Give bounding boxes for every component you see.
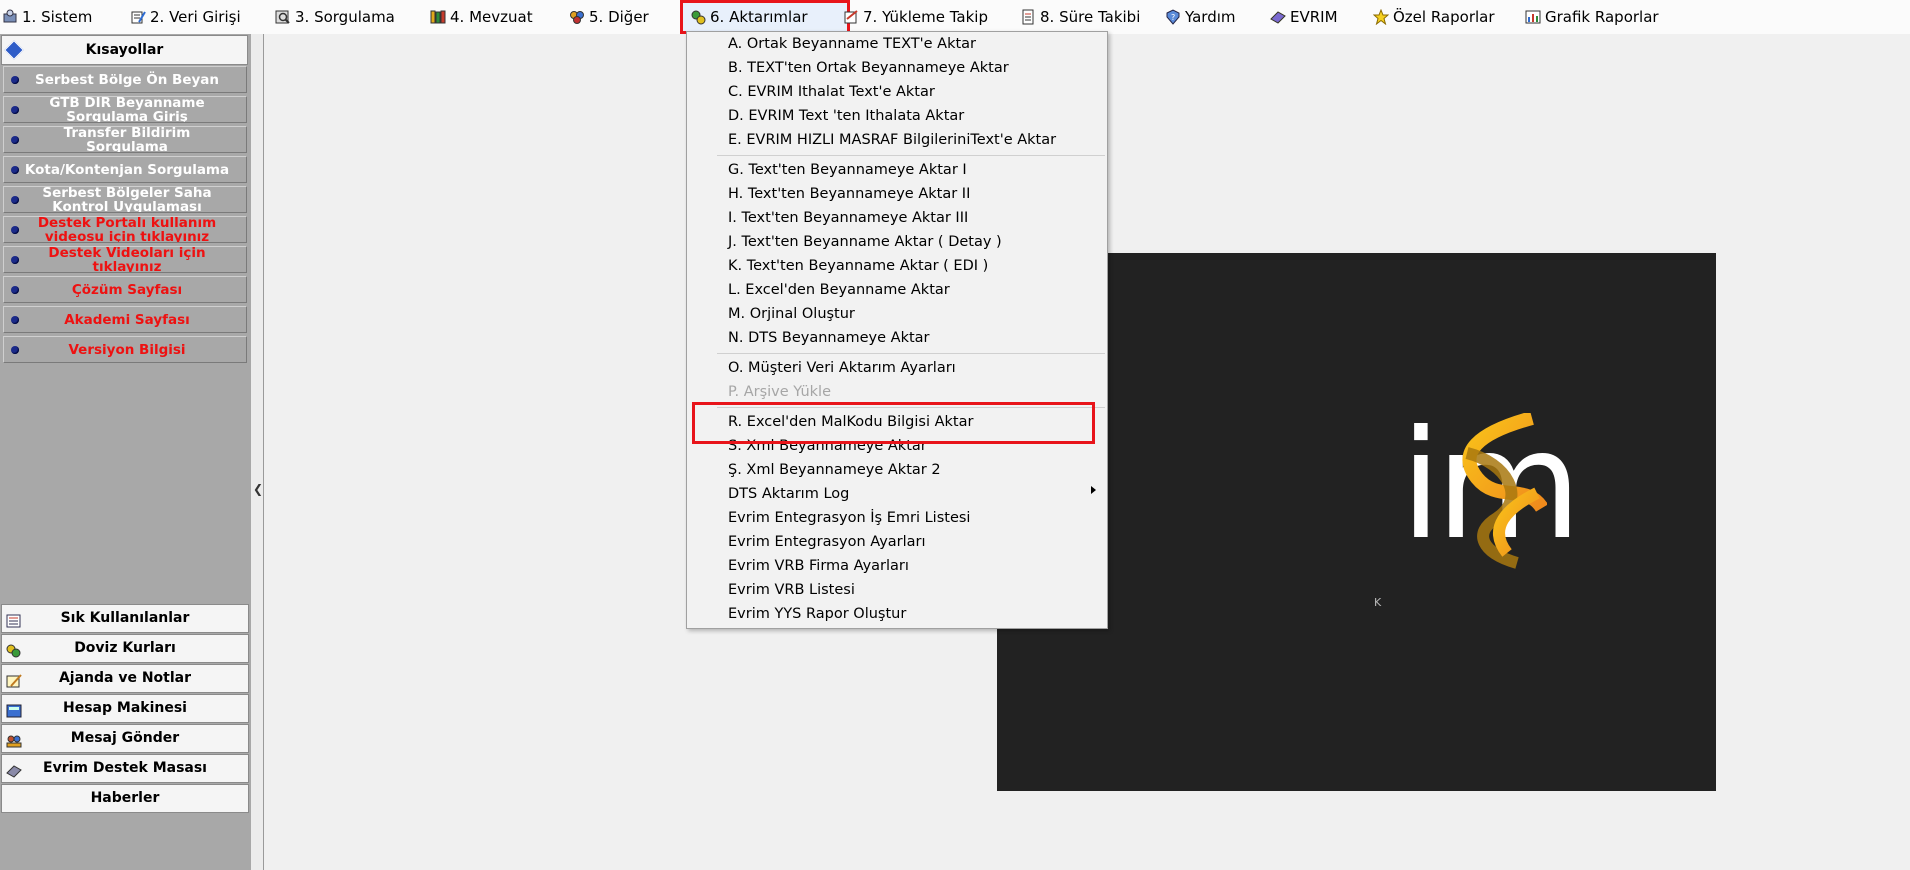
- shortcut-cozum-sayfasi[interactable]: Çözüm Sayfası: [3, 276, 247, 303]
- help-icon: ?: [1165, 3, 1181, 25]
- bottom-mesaj-gonder[interactable]: Mesaj Gönder: [1, 724, 249, 753]
- bullet-icon: [11, 136, 19, 144]
- dropdown-item[interactable]: Evrim VRB Firma Ayarları: [728, 554, 909, 578]
- star-icon: [1372, 3, 1390, 26]
- dropdown-item[interactable]: Evrim Entegrasyon Ayarları: [728, 530, 926, 554]
- shortcut-akademi-sayfasi[interactable]: Akademi Sayfası: [3, 306, 247, 333]
- aktarimlar-dropdown-menu: A. Ortak Beyanname TEXT'e Aktar B. TEXT'…: [686, 31, 1108, 629]
- bullet-icon: [11, 226, 19, 234]
- bottom-doviz-kurlari[interactable]: Doviz Kurları: [1, 634, 249, 663]
- transfer-icon: [690, 6, 706, 25]
- bullet-icon: [11, 76, 19, 84]
- dropdown-item[interactable]: Evrim YYS Rapor Oluştur: [728, 602, 906, 626]
- shortcuts-panel: Kısayollar Serbest Bölge Ön Beyan GTB DI…: [0, 34, 252, 870]
- menu-aktarimlar[interactable]: 6. Aktarımlar: [680, 0, 850, 34]
- menu-diger[interactable]: 5. Diğer: [569, 0, 649, 34]
- shortcut-versiyon-bilgisi[interactable]: Versiyon Bilgisi: [3, 336, 247, 363]
- menu-grafik-raporlar[interactable]: Grafik Raporlar: [1525, 0, 1659, 34]
- shortcut-destek-videolari[interactable]: Destek Videoları için tıklayınız: [3, 246, 247, 273]
- dropdown-item[interactable]: G. Text'ten Beyannameye Aktar I: [728, 158, 967, 182]
- dropdown-item-disabled: P. Arşive Yükle: [728, 384, 832, 400]
- system-icon: [2, 3, 18, 23]
- dropdown-item[interactable]: O. Müşteri Veri Aktarım Ayarları: [728, 356, 956, 380]
- calculator-icon: [6, 701, 22, 718]
- evrim-icon: [1270, 3, 1286, 24]
- shortcut-serbest-bolge-on-beyan[interactable]: Serbest Bölge Ön Beyan: [3, 66, 247, 93]
- menu-separator: [717, 155, 1105, 156]
- bullet-icon: [11, 316, 19, 324]
- message-icon: [6, 731, 22, 748]
- menu-sure-takibi[interactable]: 8. Süre Takibi: [1020, 0, 1140, 34]
- dropdown-item[interactable]: D. EVRIM Text 'ten Ithalata Aktar: [728, 104, 964, 128]
- bottom-haberler[interactable]: Haberler: [1, 784, 249, 813]
- svg-text:?: ?: [1171, 13, 1175, 22]
- bullet-icon: [11, 166, 19, 174]
- dropdown-item[interactable]: Evrim Entegrasyon İş Emri Listesi: [728, 506, 970, 530]
- bullet-icon: [11, 196, 19, 204]
- shortcut-kota-kontenjan[interactable]: Kota/Kontenjan Sorgulama: [3, 156, 247, 183]
- shortcut-transfer-bildirim[interactable]: Transfer Bildirim Sorgulama: [3, 126, 247, 153]
- menu-bar: 1. Sistem 2. Veri Girişi 3. Sorgulama 4.…: [0, 0, 1910, 35]
- menu-evrim[interactable]: EVRIM: [1270, 0, 1338, 34]
- logo-helix-icon: [1462, 413, 1547, 569]
- currency-icon: [6, 641, 22, 658]
- bullet-icon: [11, 346, 19, 354]
- dropdown-item[interactable]: M. Orjinal Oluştur: [728, 302, 855, 326]
- bullet-icon: [11, 286, 19, 294]
- bottom-evrim-destek-masasi[interactable]: Evrim Destek Masası: [1, 754, 249, 783]
- data-entry-icon: [130, 3, 146, 24]
- shortcut-gtb-dir-sorgulama[interactable]: GTB DIR Beyanname Sorgulama Giriş: [3, 96, 247, 123]
- books-icon: [430, 3, 446, 24]
- submenu-arrow-icon: [1091, 486, 1096, 494]
- bullet-icon: [11, 106, 19, 114]
- diamond-icon: [4, 40, 24, 60]
- bottom-sik-kullanilanlar[interactable]: Sık Kullanılanlar: [1, 604, 249, 633]
- menu-ozel-raporlar[interactable]: Özel Raporlar: [1372, 0, 1495, 34]
- other-icon: [569, 3, 585, 24]
- dropdown-item[interactable]: N. DTS Beyannameye Aktar: [728, 326, 930, 350]
- menu-sorgulama[interactable]: 3. Sorgulama: [275, 0, 395, 34]
- dropdown-item[interactable]: Evrim VRB Listesi: [728, 578, 855, 602]
- bottom-ajanda-notlar[interactable]: Ajanda ve Notlar: [1, 664, 249, 693]
- bullet-icon: [11, 256, 19, 264]
- dropdown-item[interactable]: E. EVRIM HIZLI MASRAF BilgileriniText'e …: [728, 128, 1056, 152]
- bottom-hesap-makinesi[interactable]: Hesap Makinesi: [1, 694, 249, 723]
- shortcut-saha-kontrol[interactable]: Serbest Bölgeler Saha Kontrol Uygulaması: [3, 186, 247, 213]
- collapse-left-icon[interactable]: ❮: [253, 482, 263, 496]
- favorites-icon: [6, 611, 22, 628]
- panel-splitter[interactable]: ❮: [251, 34, 264, 870]
- dropdown-item[interactable]: A. Ortak Beyanname TEXT'e Aktar: [728, 32, 976, 56]
- menu-veri-girisi[interactable]: 2. Veri Girişi: [130, 0, 241, 34]
- menu-separator: [717, 353, 1105, 354]
- menu-yukleme-takip[interactable]: 7. Yükleme Takip: [843, 0, 988, 34]
- dropdown-item[interactable]: C. EVRIM Ithalat Text'e Aktar: [728, 80, 935, 104]
- support-icon: [6, 761, 22, 778]
- duration-icon: [1020, 3, 1036, 25]
- menu-mevzuat[interactable]: 4. Mevzuat: [430, 0, 533, 34]
- dropdown-item[interactable]: I. Text'ten Beyannameye Aktar III: [728, 206, 968, 230]
- dropdown-item[interactable]: H. Text'ten Beyannameye Aktar II: [728, 182, 970, 206]
- menu-sistem[interactable]: 1. Sistem: [2, 0, 92, 34]
- chart-icon: [1525, 3, 1541, 24]
- dropdown-item-submenu[interactable]: DTS Aktarım Log: [728, 482, 849, 506]
- logo-tagline: K: [1374, 596, 1385, 609]
- shortcuts-header[interactable]: Kısayollar: [1, 35, 248, 65]
- dropdown-item[interactable]: J. Text'ten Beyanname Aktar ( Detay ): [728, 230, 1002, 254]
- highlight-box: [692, 402, 1095, 444]
- query-icon: [275, 3, 291, 24]
- dropdown-item[interactable]: B. TEXT'ten Ortak Beyannameye Aktar: [728, 56, 1009, 80]
- dropdown-item[interactable]: L. Excel'den Beyanname Aktar: [728, 278, 950, 302]
- menu-yardim[interactable]: ? Yardım: [1165, 0, 1236, 34]
- shortcut-destek-portali-video[interactable]: Destek Portalı kullanım videosu için tık…: [3, 216, 247, 243]
- dropdown-item[interactable]: K. Text'ten Beyanname Aktar ( EDI ): [728, 254, 988, 278]
- dropdown-item[interactable]: Ş. Xml Beyannameye Aktar 2: [728, 458, 941, 482]
- upload-tracking-icon: [843, 3, 859, 24]
- agenda-icon: [6, 671, 22, 688]
